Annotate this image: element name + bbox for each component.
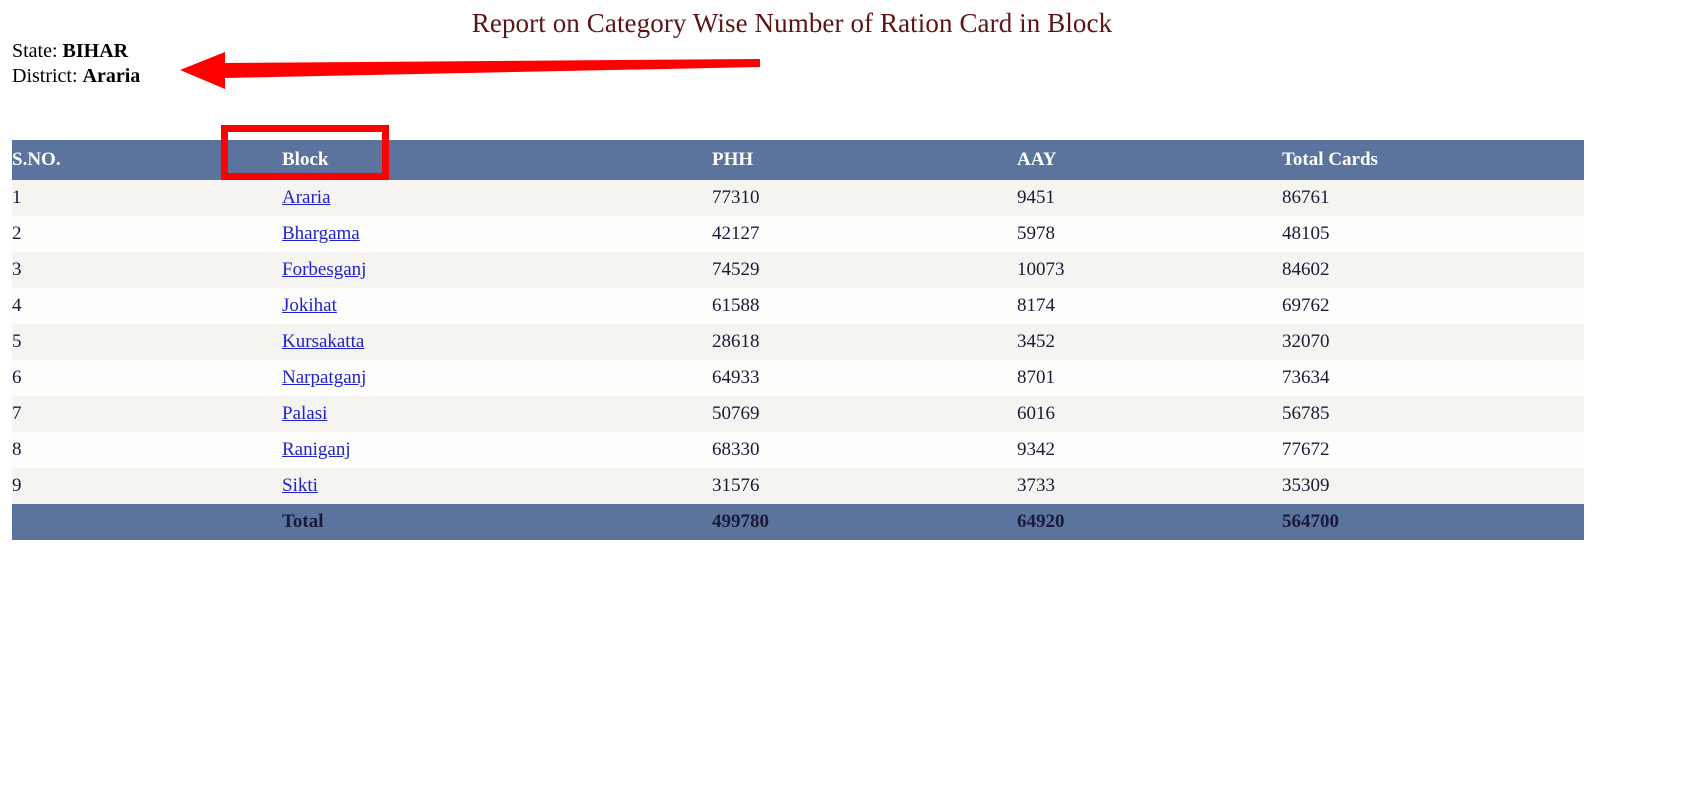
cell-aay: 6016 xyxy=(1017,396,1282,432)
state-label: State: xyxy=(12,40,58,62)
block-link[interactable]: Kursakatta xyxy=(282,331,364,352)
column-header-phh[interactable]: PHH xyxy=(712,140,1017,180)
report-meta: State: BIHAR District: Araria xyxy=(12,39,140,89)
cell-sno: 1 xyxy=(12,180,282,216)
total-row-label: Total xyxy=(282,504,712,540)
cell-aay: 5978 xyxy=(1017,216,1282,252)
district-label: District: xyxy=(12,65,78,87)
cell-aay: 3452 xyxy=(1017,324,1282,360)
cell-phh: 64933 xyxy=(712,360,1017,396)
cell-phh: 77310 xyxy=(712,180,1017,216)
cell-block: Raniganj xyxy=(282,432,712,468)
table-body: 1 Araria 77310 9451 86761 2 Bhargama 42127 5978 4… xyxy=(12,180,1584,504)
cell-phh: 74529 xyxy=(712,252,1017,288)
table-row: 4 Jokihat 61588 8174 69762 xyxy=(12,288,1584,324)
cell-phh: 31576 xyxy=(712,468,1017,504)
block-link[interactable]: Jokihat xyxy=(282,295,337,316)
cell-sno: 9 xyxy=(12,468,282,504)
cell-aay: 8174 xyxy=(1017,288,1282,324)
table-head: S.NO. Block PHH AAY Total Cards xyxy=(12,140,1584,180)
block-link[interactable]: Palasi xyxy=(282,403,327,424)
cell-aay: 3733 xyxy=(1017,468,1282,504)
state-value: BIHAR xyxy=(62,40,129,62)
cell-total-cards: 48105 xyxy=(1282,216,1584,252)
cell-sno: 7 xyxy=(12,396,282,432)
table-row: 1 Araria 77310 9451 86761 xyxy=(12,180,1584,216)
cell-phh: 68330 xyxy=(712,432,1017,468)
cell-total-cards: 56785 xyxy=(1282,396,1584,432)
cell-sno: 2 xyxy=(12,216,282,252)
page-title: Report on Category Wise Number of Ration… xyxy=(471,8,1113,38)
cell-block: Palasi xyxy=(282,396,712,432)
cell-block: Forbesganj xyxy=(282,252,712,288)
cell-sno: 8 xyxy=(12,432,282,468)
cell-total-cards: 73634 xyxy=(1282,360,1584,396)
block-link[interactable]: Narpatganj xyxy=(282,367,366,388)
cell-sno: 5 xyxy=(12,324,282,360)
cell-total-cards: 32070 xyxy=(1282,324,1584,360)
table-total-row: Total 499780 64920 564700 xyxy=(12,504,1584,540)
cell-total-cards: 35309 xyxy=(1282,468,1584,504)
table-row: 9 Sikti 31576 3733 35309 xyxy=(12,468,1584,504)
district-value: Araria xyxy=(82,65,141,87)
district-line: District: Araria xyxy=(12,64,140,89)
cell-sno: 3 xyxy=(12,252,282,288)
block-link[interactable]: Sikti xyxy=(282,475,318,496)
cell-block: Narpatganj xyxy=(282,360,712,396)
total-row-aay: 64920 xyxy=(1017,504,1282,540)
total-row-sno xyxy=(12,504,282,540)
cell-phh: 42127 xyxy=(712,216,1017,252)
table-row: 7 Palasi 50769 6016 56785 xyxy=(12,396,1584,432)
column-header-total-cards[interactable]: Total Cards xyxy=(1282,140,1584,180)
cell-total-cards: 69762 xyxy=(1282,288,1584,324)
column-header-sno[interactable]: S.NO. xyxy=(12,140,282,180)
block-link[interactable]: Araria xyxy=(282,187,331,208)
table-row: 6 Narpatganj 64933 8701 73634 xyxy=(12,360,1584,396)
ration-card-table-container: S.NO. Block PHH AAY Total Cards 1 Araria 7… xyxy=(12,140,1584,540)
table-header-row: S.NO. Block PHH AAY Total Cards xyxy=(12,140,1584,180)
cell-block: Sikti xyxy=(282,468,712,504)
table-row: 5 Kursakatta 28618 3452 32070 xyxy=(12,324,1584,360)
cell-sno: 4 xyxy=(12,288,282,324)
cell-phh: 28618 xyxy=(712,324,1017,360)
cell-total-cards: 84602 xyxy=(1282,252,1584,288)
cell-block: Jokihat xyxy=(282,288,712,324)
block-link[interactable]: Bhargama xyxy=(282,223,360,244)
cell-sno: 6 xyxy=(12,360,282,396)
report-page: Report on Category Wise Number of Ration… xyxy=(0,0,1699,809)
cell-phh: 50769 xyxy=(712,396,1017,432)
cell-block: Bhargama xyxy=(282,216,712,252)
table-row: 8 Raniganj 68330 9342 77672 xyxy=(12,432,1584,468)
cell-aay: 10073 xyxy=(1017,252,1282,288)
block-link[interactable]: Raniganj xyxy=(282,439,351,460)
table-foot: Total 499780 64920 564700 xyxy=(12,504,1584,540)
table-row: 2 Bhargama 42127 5978 48105 xyxy=(12,216,1584,252)
block-link[interactable]: Forbesganj xyxy=(282,259,366,280)
column-header-aay[interactable]: AAY xyxy=(1017,140,1282,180)
cell-aay: 9451 xyxy=(1017,180,1282,216)
column-header-block[interactable]: Block xyxy=(282,140,712,180)
cell-block: Kursakatta xyxy=(282,324,712,360)
state-line: State: BIHAR xyxy=(12,39,140,64)
cell-total-cards: 86761 xyxy=(1282,180,1584,216)
cell-phh: 61588 xyxy=(712,288,1017,324)
table-row: 3 Forbesganj 74529 10073 84602 xyxy=(12,252,1584,288)
total-row-total: 564700 xyxy=(1282,504,1584,540)
cell-total-cards: 77672 xyxy=(1282,432,1584,468)
ration-card-table: S.NO. Block PHH AAY Total Cards 1 Araria 7… xyxy=(12,140,1584,540)
total-row-phh: 499780 xyxy=(712,504,1017,540)
cell-aay: 8701 xyxy=(1017,360,1282,396)
annotation-arrow-icon xyxy=(180,52,760,89)
cell-aay: 9342 xyxy=(1017,432,1282,468)
cell-block: Araria xyxy=(282,180,712,216)
